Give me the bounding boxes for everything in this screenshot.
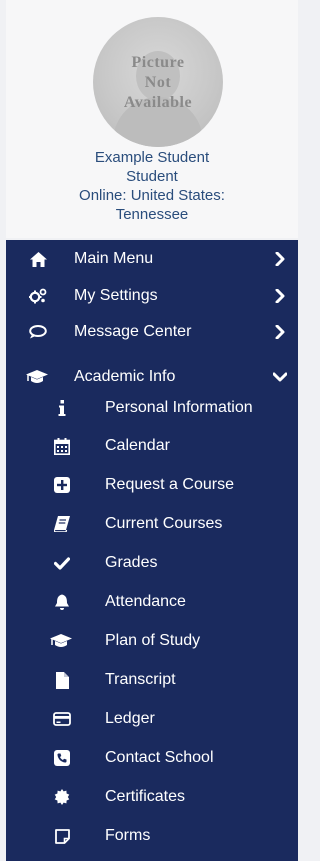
nav-transcript[interactable]: Transcript	[6, 662, 298, 698]
avatar-text-line: Available	[123, 94, 193, 111]
nav-forms-label: Forms	[105, 827, 151, 844]
nav-my-settings-label: My Settings	[74, 287, 158, 304]
nav-calendar[interactable]: Calendar	[6, 428, 298, 464]
calendar-icon	[52, 428, 72, 464]
book-icon	[52, 506, 72, 542]
info-icon	[52, 390, 72, 426]
chevron-right-icon	[270, 241, 290, 277]
nav-message-center[interactable]: Message Center	[6, 314, 298, 350]
chevron-right-icon	[270, 314, 290, 350]
online-location: Tennessee	[115, 206, 189, 223]
nav-ledger-label: Ledger	[105, 710, 155, 727]
nav-certificates[interactable]: Certificates	[6, 779, 298, 815]
avatar-placeholder-text: Picture Not Available	[93, 53, 223, 113]
profile-info: Example Student Student Online: United S…	[6, 148, 298, 224]
nav-grades-label: Grades	[105, 554, 158, 571]
check-icon	[52, 545, 72, 581]
credit-card-icon	[52, 701, 72, 737]
nav-certificates-label: Certificates	[105, 788, 186, 805]
nav-message-center-label: Message Center	[74, 323, 192, 340]
nav-forms[interactable]: Forms	[6, 818, 298, 854]
nav-attendance-label: Attendance	[105, 593, 186, 610]
nav-contact-school[interactable]: Contact School	[6, 740, 298, 776]
nav-contact-school-label: Contact School	[105, 749, 214, 766]
nav-my-settings[interactable]: My Settings	[6, 278, 298, 314]
chat-icon	[28, 314, 48, 350]
nav-attendance[interactable]: Attendance	[6, 584, 298, 620]
nav-ledger[interactable]: Ledger	[6, 701, 298, 737]
nav-personal-information-label: Personal Information	[105, 399, 253, 416]
avatar-text-line: Picture	[131, 54, 185, 71]
phone-icon	[52, 740, 72, 776]
nav-transcript-label: Transcript	[105, 671, 176, 688]
file-icon	[52, 662, 72, 698]
sidebar-nav: Main Menu My Settings Message Center Aca…	[6, 240, 298, 861]
home-icon	[28, 241, 48, 277]
nav-main-menu[interactable]: Main Menu	[6, 241, 298, 277]
nav-plan-of-study[interactable]: Plan of Study	[6, 623, 298, 659]
student-name: Example Student	[94, 149, 210, 166]
avatar-text-line: Not	[144, 74, 172, 91]
student-portal-sidebar: Picture Not Available Example Student St…	[0, 0, 304, 861]
profile-panel: Picture Not Available Example Student St…	[6, 0, 298, 238]
avatar: Picture Not Available	[93, 17, 223, 147]
certificate-icon	[52, 779, 72, 815]
note-icon	[52, 818, 72, 854]
bell-icon	[52, 584, 72, 620]
nav-main-menu-label: Main Menu	[74, 250, 154, 267]
nav-current-courses-label: Current Courses	[105, 515, 223, 532]
nav-request-a-course-label: Request a Course	[105, 476, 234, 493]
student-role: Student	[126, 168, 178, 185]
nav-calendar-label: Calendar	[105, 437, 170, 454]
nav-current-courses[interactable]: Current Courses	[6, 506, 298, 542]
nav-personal-information[interactable]: Personal Information	[6, 390, 298, 426]
nav-plan-of-study-label: Plan of Study	[105, 632, 201, 649]
plus-square-icon	[52, 467, 72, 503]
chevron-right-icon	[270, 278, 290, 314]
online-status: Online: United States:	[79, 187, 225, 204]
nav-request-a-course[interactable]: Request a Course	[6, 467, 298, 503]
graduation-cap-icon	[50, 623, 72, 659]
nav-grades[interactable]: Grades	[6, 545, 298, 581]
gears-icon	[28, 278, 48, 314]
